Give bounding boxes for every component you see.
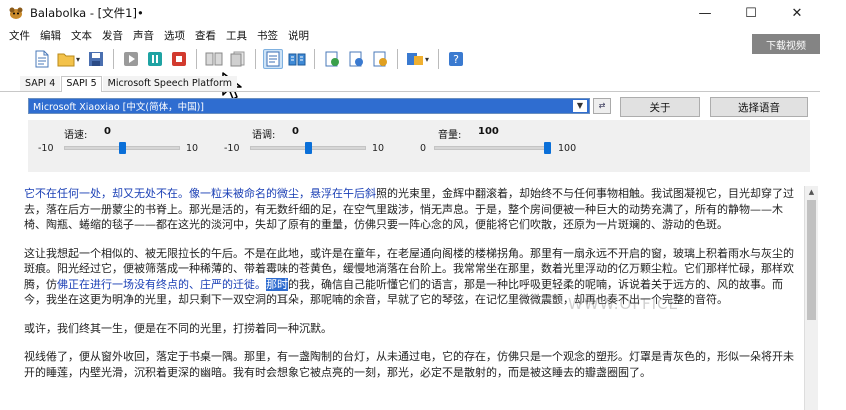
- stop-icon: [172, 52, 187, 66]
- engine-tabs: SAPI 4 SAPI 5 Microsoft Speech Platform: [0, 76, 820, 92]
- batch-button[interactable]: [370, 49, 390, 69]
- menu-pronunciation[interactable]: 发音: [97, 28, 128, 43]
- menu-edit[interactable]: 编辑: [35, 28, 66, 43]
- volume-slider-track[interactable]: [434, 146, 550, 150]
- new-document-button[interactable]: [32, 49, 52, 69]
- chevron-down-icon[interactable]: ▼: [573, 100, 587, 112]
- paragraph: 它不在任何一处，却又无处不在。像一粒未被命名的微尘，悬浮在午后斜照的光束里，金辉…: [24, 186, 802, 233]
- tab-sapi5[interactable]: SAPI 5: [61, 76, 102, 92]
- document-audio-icon: [349, 51, 364, 67]
- menu-bookmarks[interactable]: 书签: [252, 28, 283, 43]
- menu-view[interactable]: 查看: [190, 28, 221, 43]
- toolbar-separator: [113, 49, 115, 69]
- tab-speech-platform[interactable]: Microsoft Speech Platform: [102, 76, 237, 91]
- menu-bar: 文件 编辑 文本 发音 声音 选项 查看 工具 书签 说明: [0, 26, 820, 44]
- toolbar-separator: [314, 49, 316, 69]
- volume-slider-thumb[interactable]: [544, 142, 551, 154]
- menu-text[interactable]: 文本: [66, 28, 97, 43]
- pitch-value: 0: [292, 126, 299, 137]
- export-dropdown-icon[interactable]: ▾: [425, 55, 429, 64]
- menu-help[interactable]: 说明: [283, 28, 314, 43]
- pause-icon: [148, 52, 163, 66]
- volume-value: 100: [478, 126, 499, 137]
- scroll-up-icon[interactable]: ▲: [805, 186, 818, 198]
- document-speak-icon: [325, 51, 340, 67]
- book-button[interactable]: [287, 49, 307, 69]
- svg-text:?: ?: [453, 53, 459, 66]
- toolbar-separator: [196, 49, 198, 69]
- help-icon: ?: [449, 52, 464, 66]
- maximize-button[interactable]: ☐: [728, 0, 774, 26]
- tab-sapi4[interactable]: SAPI 4: [20, 76, 61, 91]
- toolbar-separator: [397, 49, 399, 69]
- book-icon: [288, 53, 306, 66]
- close-button[interactable]: ✕: [774, 0, 820, 26]
- volume-label: 音量:: [438, 130, 462, 141]
- play-button[interactable]: [121, 49, 141, 69]
- open-button[interactable]: [56, 49, 76, 69]
- voice-select[interactable]: Microsoft Xiaoxiao [中文(简体，中国)] ▼: [28, 98, 590, 114]
- help-button[interactable]: ?: [446, 49, 466, 69]
- pitch-min: -10: [224, 143, 240, 154]
- current-word-highlight: 那时: [266, 277, 288, 291]
- paragraph: 视线倦了，便从窗外收回，落定于书桌一隅。那里，有一盏陶制的台灯，从未通过电，它的…: [24, 350, 794, 379]
- document-convert-icon: [205, 52, 223, 66]
- voice-select-value: Microsoft Xiaoxiao [中文(简体，中国)]: [33, 102, 204, 113]
- new-file-icon: [35, 50, 49, 68]
- play-icon: [124, 52, 139, 66]
- background-strip: [820, 0, 846, 410]
- minimize-button[interactable]: —: [682, 0, 728, 26]
- title-bar: Balabolka - [文件1]• — ☐ ✕: [0, 0, 820, 26]
- paragraph: 这让我想起一个相似的、被无限拉长的午后。不是在此地，或许是在童年，在老屋通向阁楼…: [24, 246, 802, 308]
- toolbar-separator: [255, 49, 257, 69]
- vertical-scrollbar[interactable]: ▲: [804, 186, 818, 410]
- convert-button[interactable]: [204, 49, 224, 69]
- pause-button[interactable]: [145, 49, 165, 69]
- window-title: Balabolka - [文件1]•: [30, 6, 144, 20]
- pitch-label: 语调:: [252, 130, 276, 141]
- toolbar-separator: [438, 49, 440, 69]
- watermark: WWW.OFFICE: [568, 295, 679, 313]
- speed-max: 10: [186, 143, 199, 154]
- documents-icon: [230, 51, 245, 67]
- spoken-text: 它不在任何一处，却又无处不在。像一粒未被命名的微尘，悬浮在午后斜: [24, 187, 376, 200]
- menu-tools[interactable]: 工具: [221, 28, 252, 43]
- read-clipboard-button[interactable]: [322, 49, 342, 69]
- save-icon: [89, 52, 104, 66]
- pitch-max: 10: [372, 143, 385, 154]
- speed-label: 语速:: [64, 130, 88, 141]
- scrollbar-thumb[interactable]: [807, 200, 816, 320]
- save-button[interactable]: [86, 49, 106, 69]
- menu-sound[interactable]: 声音: [128, 28, 159, 43]
- split-button[interactable]: [228, 49, 248, 69]
- text-editor[interactable]: 它不在任何一处，却又无处不在。像一粒未被命名的微尘，悬浮在午后斜照的光束里，金辉…: [24, 186, 802, 410]
- select-voice-button[interactable]: 选择语音: [710, 97, 808, 117]
- about-voice-button[interactable]: 关于: [620, 97, 700, 117]
- speed-min: -10: [38, 143, 54, 154]
- menu-options[interactable]: 选项: [159, 28, 190, 43]
- read-file-button[interactable]: [346, 49, 366, 69]
- volume-max: 100: [558, 143, 577, 154]
- files-audio-icon: [373, 51, 388, 67]
- text-view-button[interactable]: [263, 49, 284, 69]
- export-icon: [407, 53, 424, 65]
- folder-icon: [57, 53, 75, 67]
- pitch-slider-thumb[interactable]: [305, 142, 312, 154]
- toolbar: ▾ ▾ ?: [0, 44, 820, 74]
- stop-button[interactable]: [169, 49, 189, 69]
- spoken-text: 佛正在进行一场没有终点的、庄严的迁徙。: [57, 277, 266, 291]
- paragraph: 或许，我们终其一生，便是在不同的光里，打捞着同一种沉默。: [24, 321, 332, 335]
- open-dropdown-icon[interactable]: ▾: [76, 55, 80, 64]
- export-button[interactable]: [405, 49, 425, 69]
- menu-file[interactable]: 文件: [4, 28, 35, 43]
- volume-min: 0: [420, 143, 427, 154]
- voice-options-button[interactable]: ⇄: [593, 98, 611, 114]
- text-page-icon: [266, 51, 280, 67]
- balabolka-logo-icon: [9, 7, 23, 19]
- speed-slider-thumb[interactable]: [119, 142, 126, 154]
- voice-settings-panel: 语速: 0 -10 10 语调: 0 -10 10 音量: 100 0 100: [28, 120, 810, 172]
- speed-value: 0: [104, 126, 111, 137]
